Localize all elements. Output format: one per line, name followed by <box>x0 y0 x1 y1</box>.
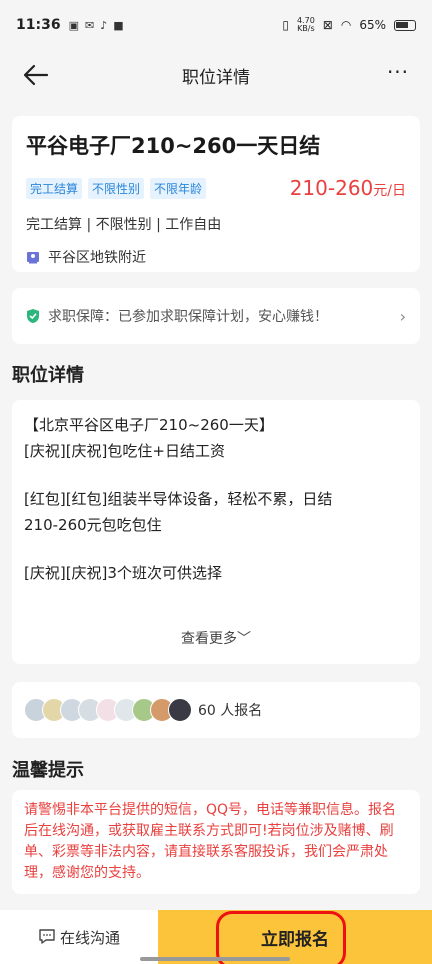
see-more-button[interactable]: 查看更多﹀ <box>12 628 420 648</box>
bottom-action-bar: 在线沟通 立即报名 <box>0 910 432 964</box>
status-time: 11:36 <box>16 17 61 33</box>
home-indicator <box>140 957 290 961</box>
details-section-title: 职位详情 <box>12 365 84 386</box>
job-title: 平谷电子厂210~260一天日结 <box>26 134 321 158</box>
detail-line: 210-260元包吃包住 <box>24 516 162 534</box>
detail-line: [庆祝][庆祝]3个班次可供选择 <box>24 564 222 582</box>
detail-line: [红包][红包]组装半导体设备，轻松不累，日结 <box>24 490 333 508</box>
detail-spacer <box>24 538 408 560</box>
more-dots-icon: ··· <box>386 60 410 84</box>
detail-line: [庆祝][庆祝]包吃住+日结工资 <box>24 442 225 460</box>
job-location[interactable]: 平谷区地铁附近 <box>26 247 406 267</box>
online-chat-label: 在线沟通 <box>59 928 120 947</box>
applicant-count: 60 人报名 <box>198 703 263 719</box>
net-speed: 4.70 KB/s <box>297 17 315 33</box>
wifi-icon: ◠ <box>340 18 352 32</box>
tips-section-title: 温馨提示 <box>12 760 84 781</box>
location-text: 平谷区地铁附近 <box>48 250 146 266</box>
app-square-icon: ■ <box>113 18 124 32</box>
guarantee-text: 求职保障：已参加求职保障计划，安心赚钱！ <box>48 309 328 325</box>
chat-bubble-icon <box>39 929 55 944</box>
job-description: 完工结算 | 不限性别 | 工作自由 <box>26 217 222 233</box>
salary-unit: 元/日 <box>373 183 406 199</box>
tips-card: 请警惕非本平台提供的短信，QQ号，电话等兼职信息。报名后在线沟通，或获取雇主联系… <box>12 790 420 894</box>
app-notification-icon: ▣ <box>68 18 79 32</box>
job-tag: 不限性别 <box>88 177 145 199</box>
arrow-left-icon <box>23 64 49 86</box>
tips-text: 请警惕非本平台提供的短信，QQ号，电话等兼职信息。报名后在线沟通，或获取雇主联系… <box>24 802 397 881</box>
job-details-card: 【北京平谷区电子厂210~260一天】 [庆祝][庆祝]包吃住+日结工资 [红包… <box>12 400 420 664</box>
avatar-stack <box>24 698 192 722</box>
job-tag: 完工结算 <box>26 177 83 199</box>
salary: 210-260元/日 <box>290 176 406 200</box>
more-button[interactable]: ··· <box>386 62 410 88</box>
detail-spacer <box>24 464 408 486</box>
salary-value: 210-260 <box>289 176 374 200</box>
applicants-row[interactable]: 60 人报名 <box>12 682 420 738</box>
chevron-right-icon: › <box>399 306 406 326</box>
job-tag: 不限年龄 <box>150 177 207 199</box>
online-chat-button[interactable]: 在线沟通 <box>0 910 158 964</box>
shield-check-icon <box>27 309 39 323</box>
detail-line: 【北京平谷区电子厂210~260一天】 <box>24 416 274 434</box>
apply-now-button[interactable]: 立即报名 <box>158 910 432 964</box>
job-summary-card: 平谷电子厂210~260一天日结 完工结算 不限性别 不限年龄 210-260元… <box>12 116 420 272</box>
net-speed-unit: KB/s <box>297 24 315 33</box>
tiktok-icon: ♪ <box>100 18 108 32</box>
battery-icon <box>394 19 416 31</box>
battery-percent: 65% <box>359 18 386 32</box>
location-icon <box>27 252 39 264</box>
avatar <box>168 698 192 722</box>
vibrate-icon: ▯ <box>282 18 289 32</box>
sim-icon: ⊠ <box>322 18 333 32</box>
status-bar: 11:36 ▣ ✉ ♪ ■ ▯ 4.70 KB/s ⊠ ◠ 65% <box>0 0 432 50</box>
back-button[interactable] <box>22 62 50 88</box>
page-title: 职位详情 <box>182 67 250 88</box>
nav-bar: 职位详情 ··· <box>0 50 432 100</box>
status-app-icons: ▣ ✉ ♪ ■ <box>69 19 124 32</box>
status-right: ▯ 4.70 KB/s ⊠ ◠ 65% <box>282 17 416 33</box>
wechat-icon: ✉ <box>84 18 95 32</box>
tag-row: 完工结算 不限性别 不限年龄 210-260元/日 <box>26 176 406 200</box>
guarantee-banner[interactable]: 求职保障：已参加求职保障计划，安心赚钱！ › <box>12 288 420 344</box>
